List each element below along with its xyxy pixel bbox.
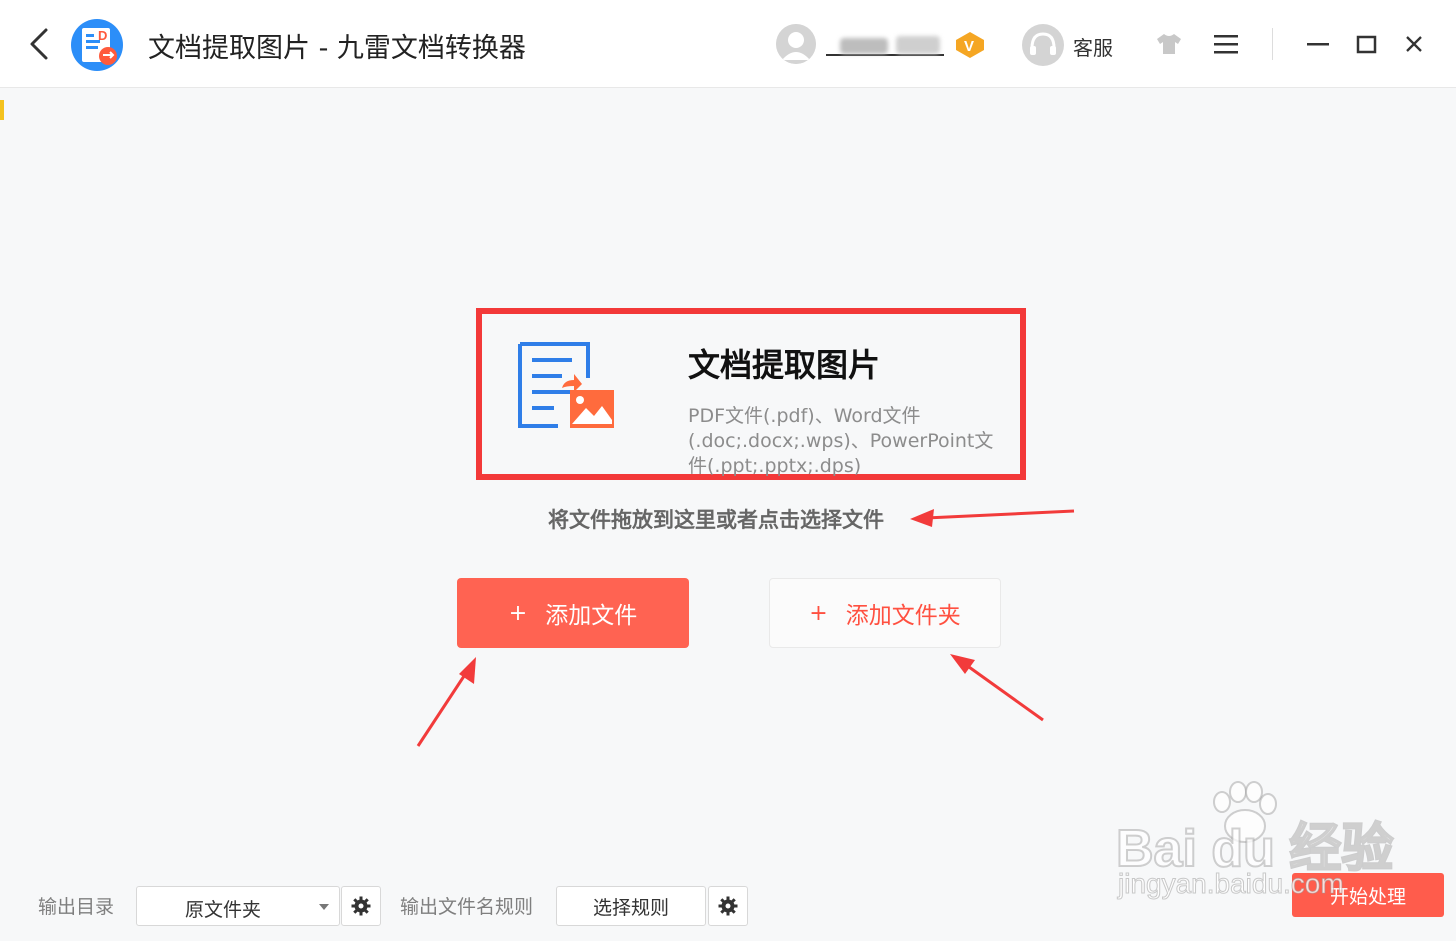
paw-icon	[1213, 781, 1277, 843]
customer-service-label[interactable]: 客服	[1073, 32, 1113, 61]
document-to-image-icon	[518, 342, 614, 428]
add-file-button[interactable]: + 添加文件	[457, 578, 689, 648]
title-bar: D 文档提取图片 - 九雷文档转换器 V 客服	[0, 0, 1456, 88]
feature-card-highlight: 文档提取图片 PDF文件(.pdf)、Word文件(.doc;.docx;.wp…	[476, 308, 1026, 480]
output-directory-settings-button[interactable]	[341, 886, 381, 926]
arrow-to-add-file	[416, 657, 476, 747]
feature-title: 文档提取图片	[688, 346, 881, 384]
redacted-name-part	[896, 36, 940, 54]
edge-marker	[0, 100, 4, 120]
filename-rule-settings-button[interactable]	[708, 886, 748, 926]
headset-icon[interactable]	[1022, 24, 1064, 66]
add-folder-label: 添加文件夹	[845, 603, 961, 629]
output-directory-label: 输出目录	[38, 896, 115, 918]
title-separator	[1272, 28, 1273, 60]
arrow-to-drop-hint	[910, 509, 1075, 527]
close-icon[interactable]	[1400, 30, 1428, 58]
watermark-brand-text: Bai du 经验	[1115, 819, 1394, 879]
gear-icon	[718, 896, 738, 916]
hamburger-menu-icon[interactable]	[1212, 32, 1240, 56]
arrow-to-add-folder	[950, 654, 1044, 722]
svg-text:D: D	[98, 28, 107, 43]
output-directory-select[interactable]: 原文件夹	[136, 886, 340, 926]
avatar-person-icon	[776, 24, 816, 64]
user-avatar[interactable]	[776, 24, 816, 64]
output-directory-value: 原文件夹	[185, 899, 262, 921]
start-processing-button[interactable]: 开始处理	[1292, 873, 1444, 917]
select-rule-button[interactable]: 选择规则	[556, 886, 706, 926]
drop-hint-text[interactable]: 将文件拖放到这里或者点击选择文件	[548, 504, 884, 534]
feature-supported-formats: PDF文件(.pdf)、Word文件(.doc;.docx;.wps)、Powe…	[688, 405, 994, 477]
redacted-name-part	[840, 38, 888, 54]
window-title: 文档提取图片 - 九雷文档转换器	[148, 33, 526, 64]
back-arrow-icon[interactable]	[26, 26, 54, 62]
username-link[interactable]	[826, 32, 944, 56]
maximize-icon[interactable]	[1354, 30, 1380, 58]
gear-icon	[351, 896, 371, 916]
dropdown-caret-icon	[319, 904, 329, 910]
vip-badge-icon[interactable]: V	[954, 30, 986, 60]
app-logo-icon: D	[71, 19, 123, 71]
minimize-icon[interactable]	[1304, 30, 1332, 58]
plus-icon: +	[508, 600, 528, 626]
plus-icon: +	[809, 600, 828, 626]
add-file-label: 添加文件	[545, 603, 638, 629]
svg-text:V: V	[964, 38, 974, 55]
add-folder-button[interactable]: + 添加文件夹	[769, 578, 1001, 648]
filename-rule-label: 输出文件名规则	[400, 896, 534, 918]
tshirt-icon[interactable]	[1155, 32, 1183, 56]
